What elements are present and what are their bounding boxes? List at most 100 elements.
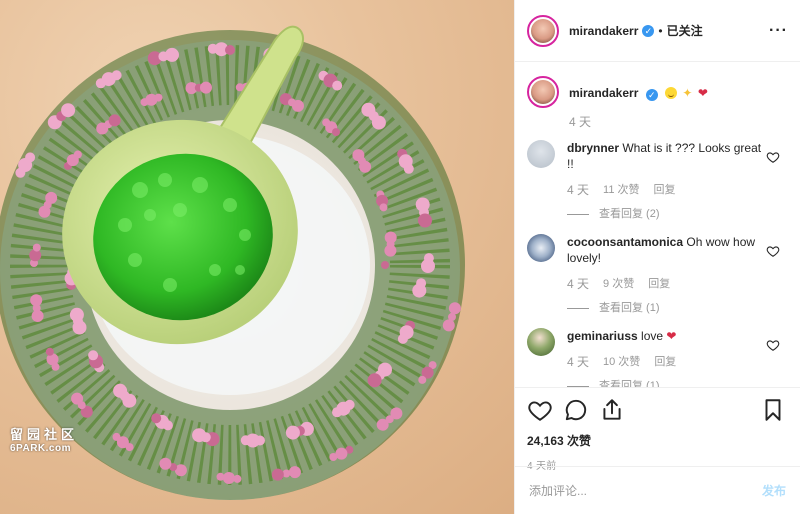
wreath-flower (418, 213, 432, 228)
comment-text: love (641, 329, 664, 343)
reply-button[interactable]: 回复 (648, 276, 670, 292)
comment-like-heart-icon[interactable] (766, 338, 780, 352)
replies-divider (567, 213, 589, 215)
verified-badge-icon: ✓ (645, 89, 658, 101)
comment-likes[interactable]: 11 次赞 (603, 182, 639, 198)
comment-time[interactable]: 4 天 (567, 276, 589, 292)
wreath-flower (88, 350, 99, 361)
wreath-flower (379, 203, 388, 212)
more-options-icon[interactable]: ··· (769, 22, 788, 40)
author-username[interactable]: mirandakerr (569, 24, 638, 38)
post-header: mirandakerr ✓ • 已关注 ··· (515, 0, 800, 62)
wreath-flower (271, 468, 284, 481)
heart-emoji-icon: ❤ (666, 329, 677, 343)
watermark-cn: 留园社区 (10, 427, 79, 442)
comment-likes[interactable]: 10 次赞 (603, 354, 640, 370)
wreath-flower (381, 261, 389, 269)
caption-username[interactable]: mirandakerr (569, 86, 638, 100)
comment-username[interactable]: geminariuss (567, 329, 638, 343)
wreath-flower (442, 319, 455, 332)
reply-button[interactable]: 回复 (654, 182, 676, 198)
view-replies-button[interactable]: 查看回复 (1) (567, 378, 767, 387)
likes-count[interactable]: 24,163 次赞 (527, 432, 786, 449)
replies-divider (567, 307, 589, 309)
wreath-flower (403, 163, 414, 174)
wreath-flower (73, 150, 82, 159)
comment-item: cocoonsantamonica Oh wow how lovely! 4 天… (527, 234, 784, 316)
wreath-flower (418, 375, 427, 384)
comment-composer: 发布 (515, 466, 800, 514)
comments-list[interactable]: mirandakerr ✓ ✦ ❤ 4 天 dbrynner What is i… (515, 62, 800, 387)
wreath-flower (332, 128, 340, 137)
comment-like-heart-icon[interactable] (766, 244, 780, 258)
commenter-avatar[interactable] (527, 234, 555, 262)
wreath-flower (112, 432, 121, 441)
commenter-avatar[interactable] (527, 140, 555, 168)
wreath-flower (111, 70, 122, 81)
wreath-flower (332, 407, 342, 418)
comment-username[interactable]: dbrynner (567, 141, 619, 155)
wreath-flower (192, 428, 207, 443)
wreath-flower (151, 413, 162, 424)
bookmark-icon[interactable] (760, 397, 786, 423)
comment-item: dbrynner What is it ??? Looks great !! 4… (527, 140, 784, 222)
view-replies-label: 查看回复 (2) (599, 208, 660, 220)
follow-button[interactable]: 已关注 (667, 22, 703, 39)
wreath-flower (216, 472, 225, 481)
wreath-flower (165, 47, 179, 62)
wreath-flower (371, 115, 386, 130)
comment-time[interactable]: 4 天 (567, 182, 589, 198)
view-replies-label: 查看回复 (1) (599, 380, 660, 387)
post-photo[interactable]: 留园社区 6PARK.com (0, 0, 514, 514)
wreath-flower (30, 294, 43, 307)
wreath-flower (329, 453, 338, 461)
wreath-flower (384, 244, 397, 257)
wreath-flower (359, 160, 372, 173)
wreath-flower (376, 418, 389, 431)
wreath-flower (25, 152, 36, 163)
view-replies-label: 查看回复 (1) (599, 302, 660, 314)
heart-outline-icon[interactable] (527, 397, 553, 423)
wreath-flower (61, 103, 76, 118)
comment-likes[interactable]: 9 次赞 (603, 276, 634, 292)
comment-item: geminariuss love ❤ 4 天 10 次赞 回复 查看回复 (1) (527, 328, 784, 387)
view-replies-button[interactable]: 查看回复 (1) (567, 300, 767, 316)
post-comment-button[interactable]: 发布 (762, 482, 786, 499)
sparkles-emoji-icon: ✦ (682, 86, 693, 100)
post-actions: 24,163 次赞 4 天前 (515, 387, 800, 472)
heart-emoji-icon: ❤ (697, 86, 708, 100)
wreath-flower (32, 243, 41, 252)
wreath-flower (200, 81, 212, 94)
wreath-flower (332, 80, 343, 91)
comment-time[interactable]: 4 天 (567, 354, 589, 370)
comment-input[interactable] (529, 483, 762, 498)
comment-username[interactable]: cocoonsantamonica (567, 235, 683, 249)
wreath-flower (154, 93, 163, 102)
comment-like-heart-icon[interactable] (766, 150, 780, 164)
verified-badge-icon: ✓ (642, 24, 655, 37)
reply-button[interactable]: 回复 (654, 354, 676, 370)
caption-avatar[interactable] (527, 76, 559, 108)
wreath-flower (45, 191, 58, 204)
caption: mirandakerr ✓ ✦ ❤ 4 天 (527, 76, 784, 130)
commenter-avatar[interactable] (527, 328, 555, 356)
wreath-flower (45, 347, 54, 356)
wreath-flower (292, 99, 304, 112)
watermark: 留园社区 6PARK.com (10, 428, 78, 456)
grinning-face-emoji-icon (665, 87, 678, 99)
wreath-flower (285, 425, 300, 440)
share-icon[interactable] (599, 397, 625, 423)
comment-bubble-icon[interactable] (563, 397, 589, 423)
author-avatar[interactable] (527, 14, 559, 47)
wreath-flower (448, 302, 461, 315)
wreath-flower (108, 114, 121, 127)
view-replies-button[interactable]: 查看回复 (2) (567, 206, 767, 222)
post-sidebar: mirandakerr ✓ • 已关注 ··· mirandakerr ✓ ✦ … (514, 0, 800, 514)
caption-time[interactable]: 4 天 (569, 113, 708, 130)
wreath-flower (71, 392, 84, 405)
wreath-flower (397, 333, 408, 344)
wreath-flower (159, 457, 172, 470)
wreath-flower (222, 472, 235, 484)
wreath-flower (412, 283, 427, 298)
wreath-flower (240, 435, 251, 446)
